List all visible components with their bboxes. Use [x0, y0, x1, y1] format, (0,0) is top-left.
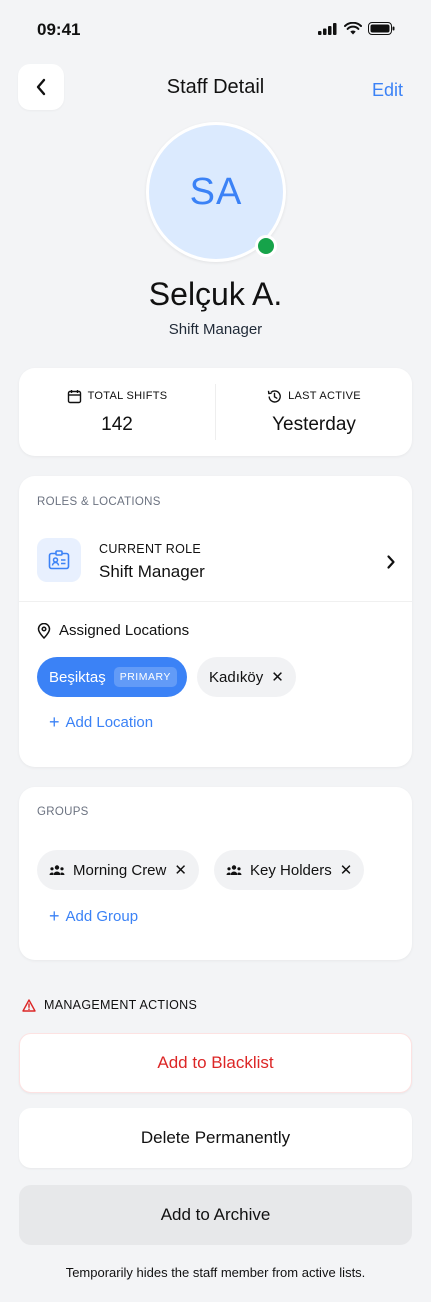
close-icon[interactable]: ✕ [271, 668, 284, 686]
staff-role: Shift Manager [168, 321, 263, 338]
online-status-indicator [255, 235, 277, 257]
current-role-label: CURRENT ROLE [99, 542, 201, 556]
group-icon [49, 864, 65, 876]
location-chip-label: Kadıköy [209, 668, 264, 686]
calendar-icon [67, 389, 81, 403]
last-active-value: Yesterday [272, 413, 356, 435]
close-icon[interactable]: ✕ [340, 861, 353, 879]
status-bar: 09:41 [0, 0, 431, 60]
add-to-archive-button[interactable]: Add to Archive [19, 1185, 412, 1245]
group-chip-label: Key Holders [250, 861, 332, 879]
current-role-value: Shift Manager [99, 562, 205, 581]
delete-permanently-button[interactable]: Delete Permanently [19, 1108, 412, 1168]
archive-note: Temporarily hides the staff member from … [65, 1265, 366, 1280]
current-role-row[interactable]: CURRENT ROLE Shift Manager [19, 528, 412, 602]
primary-badge: PRIMARY [113, 667, 177, 687]
group-chip[interactable]: Key Holders ✕ [214, 850, 365, 890]
total-shifts-stat: TOTAL SHIFTS 142 [19, 368, 215, 456]
roles-section-label: ROLES & LOCATIONS [37, 496, 161, 508]
plus-icon: + [49, 712, 60, 732]
group-chip-label: Morning Crew [73, 861, 167, 879]
location-chip-label: Beşiktaş [49, 668, 106, 686]
role-icon-box [37, 538, 81, 582]
last-active-label: LAST ACTIVE [288, 390, 361, 402]
stats-card: TOTAL SHIFTS 142 LAST ACTIVE Yesterday [19, 368, 412, 456]
assigned-locations-header: Assigned Locations [37, 622, 189, 639]
divider [19, 601, 412, 602]
add-group-button[interactable]: + Add Group [49, 907, 138, 925]
roles-locations-card: ROLES & LOCATIONS CURRENT ROLE Shift Man… [19, 476, 412, 767]
add-location-label: Add Location [65, 713, 154, 731]
history-icon [267, 389, 281, 403]
groups-card: GROUPS Morning Crew ✕ Key Holders ✕ + Ad… [19, 787, 412, 960]
id-badge-icon [48, 550, 70, 570]
wifi-icon [344, 22, 362, 35]
management-actions-label: MANAGEMENT ACTIONS [44, 998, 198, 1012]
add-location-button[interactable]: + Add Location [49, 713, 153, 731]
location-chip-primary[interactable]: Beşiktaş PRIMARY [37, 657, 187, 697]
assigned-locations-label: Assigned Locations [59, 622, 190, 639]
status-time: 09:41 [37, 20, 81, 39]
signal-icon [318, 22, 337, 35]
page-title: Staff Detail [166, 76, 265, 98]
total-shifts-value: 142 [101, 413, 133, 435]
group-chip[interactable]: Morning Crew ✕ [37, 850, 199, 890]
battery-icon [368, 22, 395, 35]
edit-button[interactable]: Edit [372, 80, 403, 101]
last-active-stat: LAST ACTIVE Yesterday [216, 368, 412, 456]
plus-icon: + [49, 906, 60, 926]
chevron-right-icon [387, 555, 395, 569]
group-icon [226, 864, 242, 876]
add-to-blacklist-button[interactable]: Add to Blacklist [19, 1033, 412, 1093]
close-icon[interactable]: ✕ [174, 861, 187, 879]
add-group-label: Add Group [65, 907, 139, 925]
total-shifts-label: TOTAL SHIFTS [87, 390, 168, 402]
location-chip[interactable]: Kadıköy ✕ [197, 657, 296, 697]
management-actions-header: MANAGEMENT ACTIONS [22, 998, 197, 1012]
warning-icon [22, 998, 36, 1012]
avatar-initials: SA [189, 170, 243, 213]
status-icons [318, 22, 395, 35]
groups-section-label: GROUPS [37, 806, 89, 818]
map-pin-icon [37, 622, 51, 639]
staff-name: Selçuk A. [148, 276, 283, 312]
